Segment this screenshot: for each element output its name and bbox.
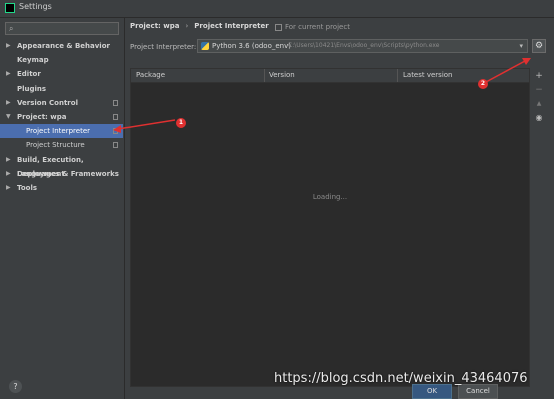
window-title: Settings [19, 2, 52, 11]
sidebar-item-label: Project Structure [26, 141, 85, 150]
interpreter-select[interactable]: Python 3.6 (odoo_env) C:\Users\10421\Env… [197, 39, 528, 53]
sidebar-item-label: Appearance & Behavior [17, 42, 110, 50]
breadcrumb: Project: wpa › Project Interpreter [130, 22, 269, 30]
sidebar-item-label: Project: wpa [17, 113, 67, 121]
project-scope-icon [113, 142, 118, 149]
sidebar-item-label: Keymap [17, 56, 49, 65]
column-header-latest-version[interactable]: Latest version [403, 69, 453, 82]
cancel-button[interactable]: Cancel [458, 384, 498, 399]
remove-package-button[interactable]: − [532, 84, 546, 96]
column-header-package[interactable]: Package [136, 69, 165, 82]
chevron-right-icon[interactable]: ▶ [6, 39, 11, 53]
for-current-project-label: For current project [285, 23, 350, 31]
chevron-down-icon[interactable]: ▼ [6, 110, 11, 124]
title-bar: Settings [0, 0, 554, 18]
project-scope-icon [113, 128, 118, 135]
interpreter-name: Python 3.6 (odoo_env) [212, 42, 291, 50]
packages-table[interactable]: Package Version Latest version Loading..… [130, 68, 530, 387]
pycharm-icon [5, 3, 15, 13]
sidebar-item-plugins[interactable]: Plugins [0, 82, 123, 96]
add-package-button[interactable]: + [532, 70, 546, 82]
sidebar-item-appearance-behavior[interactable]: ▶ Appearance & Behavior [0, 39, 123, 53]
sidebar-item-label: Editor [17, 70, 41, 79]
eye-icon: ◉ [535, 113, 543, 122]
chevron-right-icon[interactable]: ▶ [6, 96, 11, 110]
for-current-project-note: For current project [275, 23, 350, 31]
sidebar-item-project-structure[interactable]: Project Structure [0, 138, 123, 152]
settings-sidebar: ⌕ ▶ Appearance & Behavior Keymap ▶ Editor Plu… [0, 18, 125, 399]
ok-button[interactable]: OK [412, 384, 452, 399]
chevron-right-icon[interactable]: ▶ [6, 167, 11, 181]
upgrade-package-button[interactable]: ▲ [532, 98, 546, 110]
help-button[interactable]: ? [9, 380, 22, 393]
sidebar-item-label: Tools [17, 184, 38, 192]
interpreter-label: Project Interpreter: [130, 43, 197, 51]
chevron-right-icon[interactable]: ▶ [6, 181, 11, 195]
sidebar-item-build-execution-deployment[interactable]: ▶ Build, Execution, Deployment [0, 153, 123, 178]
annotation-callout-2: 2 [478, 79, 488, 89]
settings-search-input[interactable]: ⌕ [5, 22, 119, 35]
project-scope-icon [113, 114, 118, 120]
sidebar-item-tools[interactable]: ▶ Tools [0, 181, 123, 195]
watermark: https://blog.csdn.net/weixin_43464076 [274, 371, 528, 386]
chevron-right-icon[interactable]: ▶ [6, 153, 11, 167]
annotation-callout-1: 1 [176, 118, 186, 128]
sidebar-item-label: Version Control [17, 98, 78, 107]
column-divider[interactable] [264, 69, 265, 82]
main-panel: Project: wpa › Project Interpreter For cur… [125, 18, 554, 399]
breadcrumb-project: Project: wpa [130, 22, 180, 30]
sidebar-item-project-wpa[interactable]: ▼ Project: wpa [0, 110, 123, 124]
chevron-down-icon[interactable]: ▾ [519, 40, 523, 52]
column-divider[interactable] [397, 69, 398, 82]
table-header: Package Version Latest version [131, 69, 529, 83]
project-icon [275, 23, 282, 31]
sidebar-item-keymap[interactable]: Keymap [0, 53, 123, 67]
search-icon: ⌕ [9, 24, 14, 33]
sidebar-item-version-control[interactable]: ▶ Version Control [0, 96, 123, 110]
breadcrumb-separator: › [185, 22, 189, 30]
interpreter-path: C:\Users\10421\Envs\odoo_env\Scripts\pyt… [288, 42, 440, 49]
sidebar-item-label: Project Interpreter [26, 127, 91, 136]
sidebar-item-label: Languages & Frameworks [17, 169, 119, 178]
python-icon [201, 42, 209, 50]
show-early-releases-button[interactable]: ◉ [532, 112, 546, 124]
column-header-version[interactable]: Version [269, 69, 295, 82]
sidebar-item-project-interpreter[interactable]: Project Interpreter [0, 124, 123, 139]
sidebar-item-editor[interactable]: ▶ Editor [0, 67, 123, 81]
loading-text: Loading... [312, 193, 348, 201]
sidebar-item-label: Plugins [17, 84, 47, 93]
project-scope-icon [113, 99, 118, 106]
interpreter-settings-gear-button[interactable]: ⚙ [532, 39, 546, 53]
chevron-right-icon[interactable]: ▶ [6, 67, 11, 81]
breadcrumb-current: Project Interpreter [194, 22, 269, 30]
sidebar-item-languages-frameworks[interactable]: ▶ Languages & Frameworks [0, 167, 123, 181]
